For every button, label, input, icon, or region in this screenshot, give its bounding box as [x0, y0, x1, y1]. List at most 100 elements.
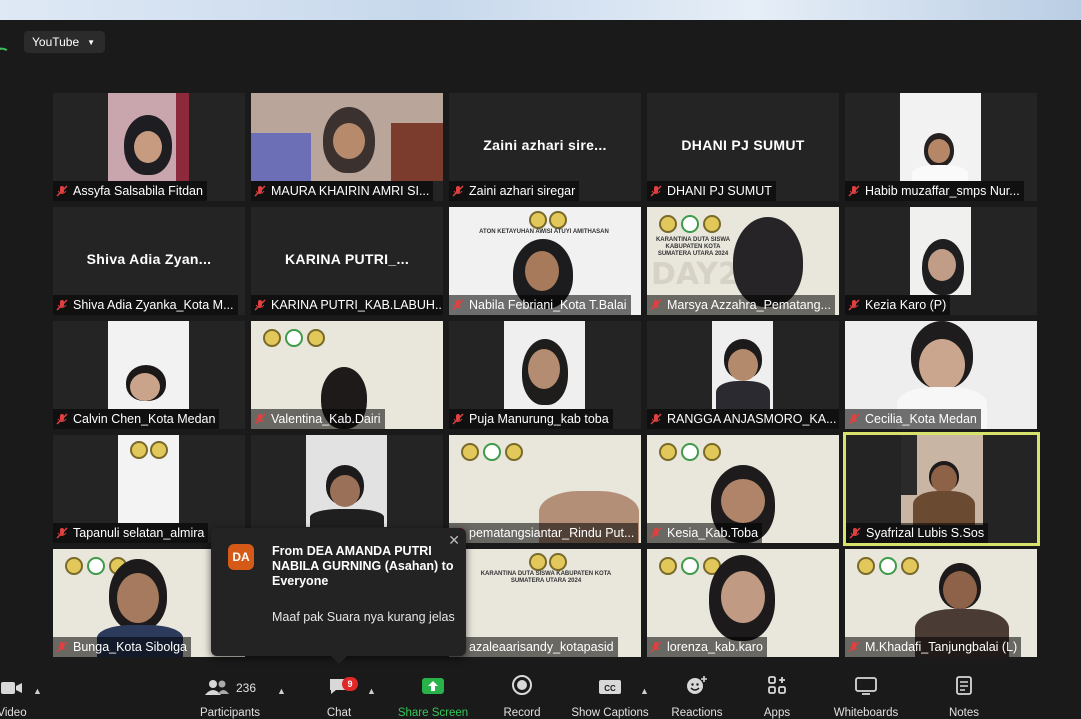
share-screen-button[interactable]: Share Screen [394, 670, 472, 719]
desktop-top-strip [0, 0, 1081, 20]
active-speaker-tile[interactable]: Syafrizal Lubis S.Sos [843, 432, 1040, 546]
notes-icon [956, 676, 972, 695]
video-tile[interactable]: ATON KETAYUHAN AWISI ATUYI AMITHASAN Nab… [449, 207, 641, 315]
participant-name: Calvin Chen_Kota Medan [53, 409, 220, 429]
apps-label: Apps [763, 707, 791, 719]
muted-mic-icon [650, 527, 662, 539]
muted-mic-icon [56, 299, 68, 311]
chat-unread-badge: 9 [342, 677, 358, 691]
participant-name: Nabila Febriani_Kota T.Balai [449, 295, 631, 315]
video-tile[interactable]: Zaini azhari sire... Zaini azhari sirega… [449, 93, 641, 201]
reactions-smiley-icon [687, 676, 707, 694]
video-tile[interactable]: Puja Manurung_kab toba [449, 321, 641, 429]
participant-name: Bunga_Kota Sibolga [53, 637, 191, 657]
participant-name: Puja Manurung_kab toba [449, 409, 613, 429]
chat-label: Chat [326, 707, 352, 719]
participants-button[interactable]: 236 Participants [192, 670, 268, 719]
video-button[interactable]: Video [0, 670, 32, 719]
video-tile[interactable]: MAURA KHAIRIN AMRI SI... [251, 93, 443, 201]
video-tile[interactable]: DHANI PJ SUMUT DHANI PJ SUMUT [647, 93, 839, 201]
apps-button[interactable]: Apps [756, 670, 798, 719]
share-screen-icon [422, 678, 444, 694]
video-tile[interactable]: Tapanuli selatan_almira [53, 435, 245, 543]
participant-name: Assyfa Salsabila Fitdan [53, 181, 207, 201]
muted-mic-icon [56, 185, 68, 197]
meeting-toolbar: Video ▲ 236 Participants ▲ Chat 9 ▲ Shar… [0, 670, 1081, 719]
youtube-stream-dropdown[interactable]: YouTube ▼ [24, 31, 106, 53]
video-tile[interactable]: KARANTINA DUTA SISWA KABUPATEN KOTA SUMA… [647, 207, 839, 315]
muted-mic-icon [848, 413, 860, 425]
participant-name: Kesia_Kab.Toba [647, 523, 763, 543]
muted-mic-icon [848, 641, 860, 653]
muted-mic-icon [849, 527, 861, 539]
participant-display-name: Zaini azhari sire... [483, 137, 607, 153]
stream-label: YouTube [32, 35, 80, 49]
video-tile[interactable]: KARINA PUTRI_... KARINA PUTRI_KAB.LABUH.… [251, 207, 443, 315]
caret-down-icon: ▼ [87, 37, 96, 47]
participant-name: lorenza_kab.karo [647, 637, 767, 657]
video-tile[interactable]: RANGGA ANJASMORO_KA... [647, 321, 839, 429]
video-tile[interactable]: Shiva Adia Zyan... Shiva Adia Zyanka_Kot… [53, 207, 245, 315]
participant-name: Marsya Azzahra_Pematang... [647, 295, 835, 315]
video-tile[interactable]: Valentina_Kab.Dairi [251, 321, 443, 429]
participant-name: RANGGA ANJASMORO_KA... [647, 409, 839, 429]
video-tile[interactable]: Calvin Chen_Kota Medan [53, 321, 245, 429]
notes-button[interactable]: Notes [940, 670, 988, 719]
banner-motto: ATON KETAYUHAN AWISI ATUYI AMITHASAN [479, 229, 609, 235]
video-tile[interactable]: lorenza_kab.karo [647, 549, 839, 657]
whiteboards-button[interactable]: Whiteboards [828, 670, 904, 719]
record-icon [512, 675, 532, 695]
chat-message-text: Maaf pak Suara nya kurang jelas [272, 610, 455, 624]
connection-signal-icon[interactable] [0, 37, 14, 51]
participant-name: Zaini azhari siregar [449, 181, 580, 201]
video-tile[interactable] [251, 435, 443, 543]
video-tile[interactable]: pematangsiantar_Rindu Put... [449, 435, 641, 543]
chat-message-popup[interactable]: DA From DEA AMANDA PUTRI NABILA GURNING … [211, 528, 466, 664]
captions-options-chevron-icon[interactable]: ▲ [640, 686, 649, 696]
video-tile[interactable]: Habib muzaffar_smps Nur... [845, 93, 1037, 201]
video-tile[interactable]: Kezia Karo (P) [845, 207, 1037, 315]
notes-label: Notes [948, 707, 980, 719]
participant-name: Habib muzaffar_smps Nur... [845, 181, 1024, 201]
muted-mic-icon [848, 185, 860, 197]
participant-name: Kezia Karo (P) [845, 295, 951, 315]
video-options-chevron-icon[interactable]: ▲ [33, 686, 42, 696]
video-tile[interactable]: Kesia_Kab.Toba [647, 435, 839, 543]
show-captions-label: Show Captions [571, 707, 649, 719]
banner-title: KARANTINA DUTA SISWA KABUPATEN KOTA SUMA… [655, 237, 731, 257]
chat-options-chevron-icon[interactable]: ▲ [367, 686, 376, 696]
video-camera-icon [1, 682, 22, 694]
close-icon[interactable]: ✕ [448, 532, 460, 549]
record-button[interactable]: Record [496, 670, 548, 719]
participant-name: KARINA PUTRI_KAB.LABUH... [251, 295, 443, 315]
muted-mic-icon [254, 413, 266, 425]
video-tile[interactable]: Cecilia_Kota Medan [845, 321, 1037, 429]
participants-options-chevron-icon[interactable]: ▲ [277, 686, 286, 696]
whiteboards-label: Whiteboards [833, 707, 899, 719]
video-tile[interactable]: Assyfa Salsabila Fitdan [53, 93, 245, 201]
whiteboard-icon [855, 677, 877, 695]
participant-display-name: DHANI PJ SUMUT [681, 137, 805, 153]
participant-name: Cecilia_Kota Medan [845, 409, 981, 429]
participant-name: Valentina_Kab.Dairi [251, 409, 385, 429]
reactions-button[interactable]: Reactions [668, 670, 726, 719]
record-label: Record [503, 707, 541, 719]
participants-icon [204, 680, 229, 695]
muted-mic-icon [452, 185, 464, 197]
muted-mic-icon [848, 299, 860, 311]
muted-mic-icon [452, 299, 464, 311]
banner-title: KARANTINA DUTA SISWA KABUPATEN KOTA SUMA… [480, 571, 612, 584]
participant-count: 236 [235, 681, 257, 695]
muted-mic-icon [650, 185, 662, 197]
participant-name: MAURA KHAIRIN AMRI SI... [251, 181, 434, 201]
video-tile[interactable]: KARANTINA DUTA SISWA KABUPATEN KOTA SUMA… [449, 549, 641, 657]
participant-name: Tapanuli selatan_almira [53, 523, 209, 543]
muted-mic-icon [452, 413, 464, 425]
share-screen-label: Share Screen [397, 707, 469, 719]
video-tile[interactable]: M.Khadafi_Tanjungbalai (L) [845, 549, 1037, 657]
muted-mic-icon [650, 299, 662, 311]
participant-name: M.Khadafi_Tanjungbalai (L) [845, 637, 1022, 657]
apps-icon [768, 676, 786, 694]
muted-mic-icon [56, 527, 68, 539]
muted-mic-icon [650, 413, 662, 425]
